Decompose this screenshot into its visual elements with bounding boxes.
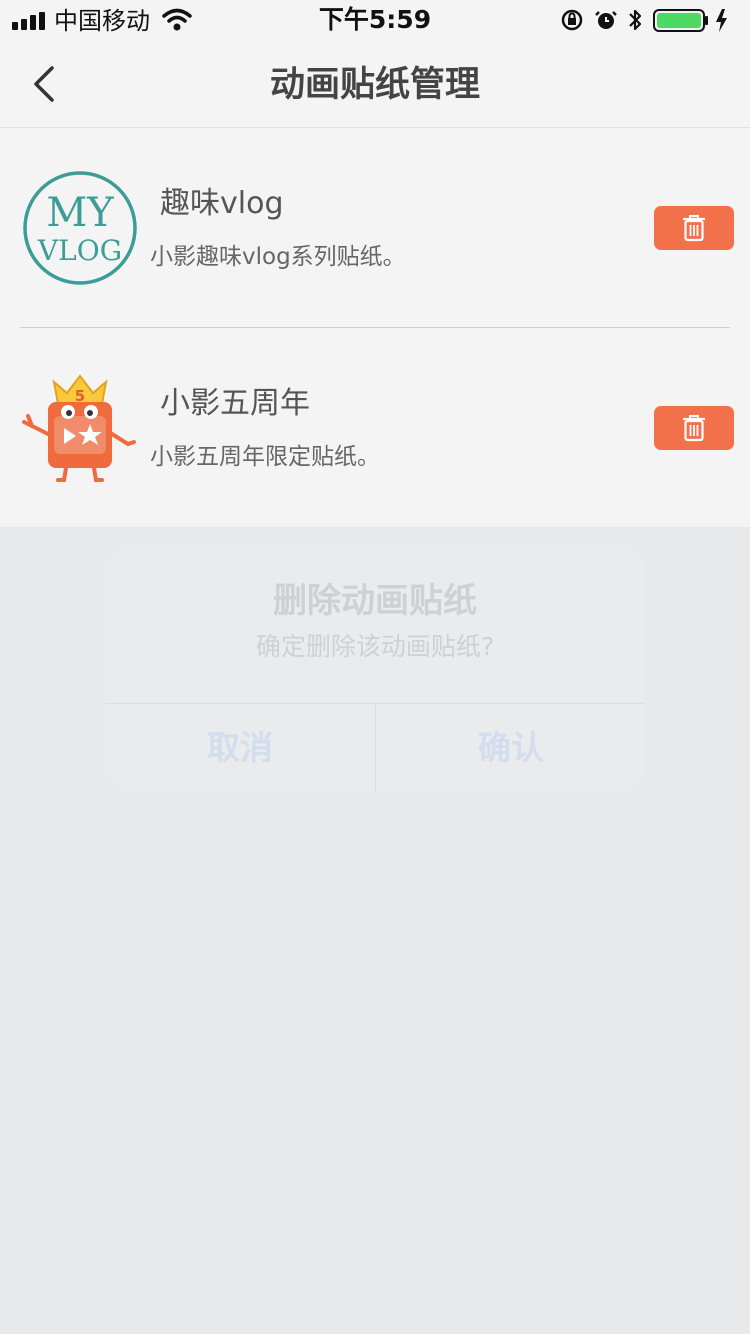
dialog-title: 删除动画贴纸: [273, 581, 477, 621]
battery-icon: [653, 9, 708, 32]
delete-confirm-dialog: 删除动画贴纸 确定删除该动画贴纸? 取消 确认: [105, 545, 645, 791]
sticker-name: 趣味vlog: [160, 186, 284, 221]
orientation-lock-icon: [561, 9, 583, 31]
confirm-button[interactable]: 确认: [376, 704, 645, 791]
delete-button[interactable]: [654, 206, 734, 250]
cancel-button[interactable]: 取消: [105, 704, 375, 791]
trash-icon: [683, 215, 705, 242]
bluetooth-icon: [629, 9, 642, 31]
alarm-icon: [595, 11, 617, 29]
sticker-name: 小影五周年: [160, 386, 310, 421]
dialog-message: 确定删除该动画贴纸?: [255, 632, 495, 661]
sticker-description: 小影趣味vlog系列贴纸。: [150, 244, 406, 270]
sticker-item[interactable]: MY VLOG 趣味vlog 小影趣味vlog系列贴纸。: [0, 128, 750, 328]
trash-icon: [683, 415, 705, 442]
sticker-description: 小影五周年限定贴纸。: [150, 444, 380, 470]
page-title: 动画贴纸管理: [269, 65, 480, 105]
thumbnail-text-vlog: VLOG: [37, 234, 122, 267]
thumbnail-text-my: MY: [46, 190, 114, 236]
navigation-bar: 动画贴纸管理: [0, 40, 750, 128]
charging-icon: [716, 9, 727, 32]
sticker-item[interactable]: 5 小影五周年 小影五周年限定贴纸。: [0, 328, 750, 528]
delete-button[interactable]: [654, 406, 734, 450]
sticker-thumbnail-anniversary: 5: [22, 374, 136, 482]
status-right-icons: [561, 9, 727, 32]
status-bar: 中国移动 下午5:59: [0, 0, 750, 40]
sticker-thumbnail-vlog: MY VLOG: [23, 171, 137, 285]
